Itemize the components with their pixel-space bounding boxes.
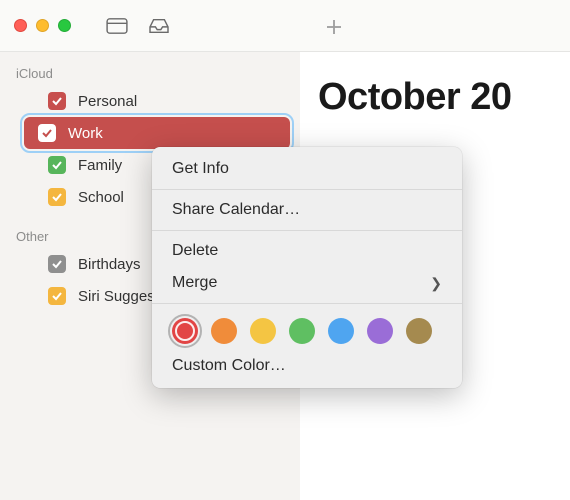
checkbox-icon[interactable] <box>48 156 66 174</box>
menu-merge[interactable]: Merge ❯ <box>152 267 462 299</box>
checkbox-icon[interactable] <box>48 287 66 305</box>
titlebar <box>0 0 570 52</box>
color-swatch-blue[interactable] <box>328 318 354 344</box>
menu-custom-color[interactable]: Custom Color… <box>152 350 462 382</box>
color-swatch-green[interactable] <box>289 318 315 344</box>
menu-delete[interactable]: Delete <box>152 235 462 267</box>
menu-separator <box>152 230 462 231</box>
calendar-label: Family <box>78 157 122 174</box>
menu-label: Get Info <box>172 160 229 178</box>
menu-label: Merge <box>172 274 217 292</box>
add-event-button[interactable] <box>325 18 343 41</box>
section-header-icloud: iCloud <box>0 60 300 85</box>
menu-label: Delete <box>172 242 218 260</box>
calendar-label: School <box>78 189 124 206</box>
checkbox-icon[interactable] <box>48 92 66 110</box>
calendar-context-menu: Get Info Share Calendar… Delete Merge ❯ … <box>152 147 462 388</box>
zoom-window-button[interactable] <box>58 19 71 32</box>
toolbar <box>106 17 170 35</box>
calendar-label: Personal <box>78 93 137 110</box>
color-swatch-red[interactable] <box>172 318 198 344</box>
color-swatch-purple[interactable] <box>367 318 393 344</box>
checkbox-icon[interactable] <box>48 188 66 206</box>
menu-label: Share Calendar… <box>172 201 300 219</box>
app-window: iCloud Personal Work <box>0 0 570 500</box>
menu-get-info[interactable]: Get Info <box>152 153 462 185</box>
menu-share-calendar[interactable]: Share Calendar… <box>152 194 462 226</box>
menu-separator <box>152 189 462 190</box>
inbox-button[interactable] <box>148 17 170 35</box>
checkbox-icon[interactable] <box>38 124 56 142</box>
color-swatch-yellow[interactable] <box>250 318 276 344</box>
color-swatch-brown[interactable] <box>406 318 432 344</box>
color-swatch-orange[interactable] <box>211 318 237 344</box>
color-swatch-row <box>152 308 462 350</box>
minimize-window-button[interactable] <box>36 19 49 32</box>
menu-label: Custom Color… <box>172 357 286 375</box>
window-controls <box>14 19 71 32</box>
calendar-label: Birthdays <box>78 256 141 273</box>
calendar-label: Work <box>68 125 103 142</box>
menu-separator <box>152 303 462 304</box>
chevron-right-icon: ❯ <box>430 275 442 292</box>
month-title: October 20 <box>318 76 570 119</box>
calendar-item-work[interactable]: Work <box>24 117 290 149</box>
checkbox-icon[interactable] <box>48 255 66 273</box>
calendar-item-personal[interactable]: Personal <box>10 85 290 117</box>
close-window-button[interactable] <box>14 19 27 32</box>
calendars-toggle-button[interactable] <box>106 17 128 35</box>
